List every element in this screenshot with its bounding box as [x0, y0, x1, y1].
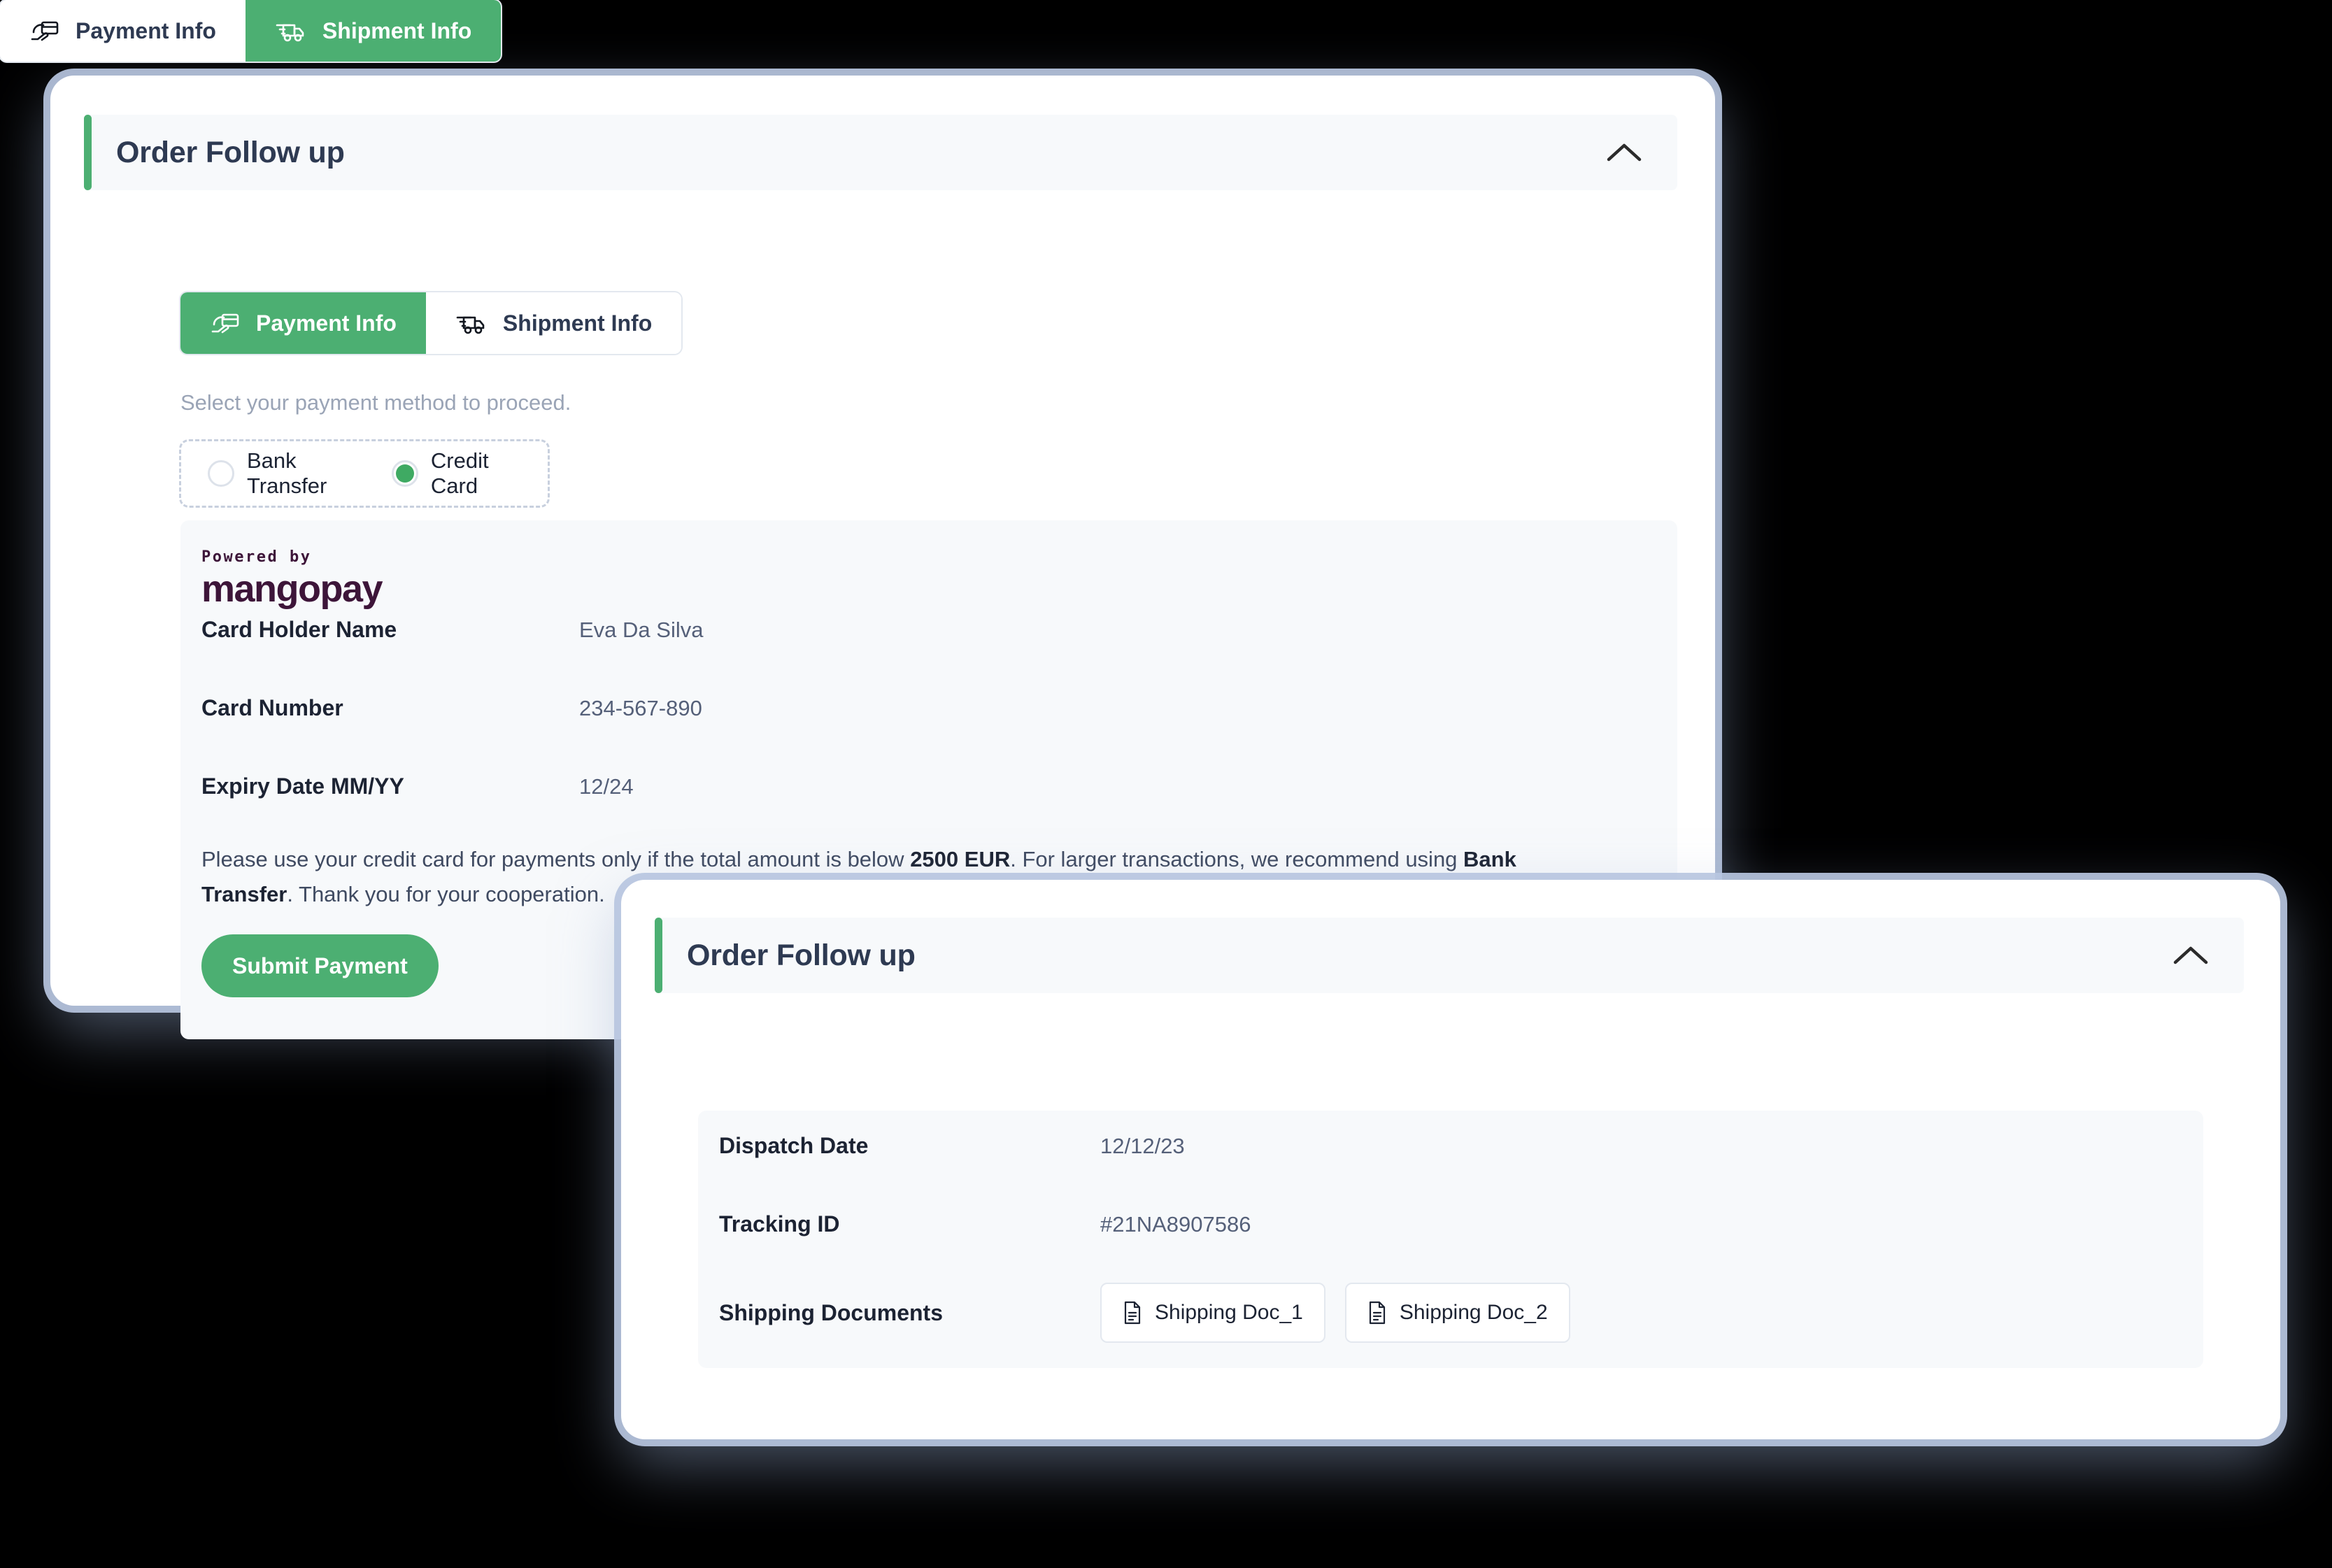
field-label: Tracking ID — [719, 1211, 840, 1236]
radio-label: Bank Transfer — [247, 448, 327, 498]
accent-bar — [655, 918, 662, 993]
shipping-documents-list: Shipping Doc_1 Shipping Doc_2 — [1100, 1283, 1570, 1343]
payment-card-header: Order Follow up — [84, 115, 1677, 190]
payment-card-tabs: Payment Info Shipment Info — [180, 292, 682, 354]
submit-payment-button[interactable]: Submit Payment — [201, 934, 439, 997]
tab-label: Shipment Info — [322, 17, 472, 43]
radio-option-bank-transfer[interactable]: Bank Transfer — [208, 448, 358, 499]
card-in-hand-icon — [210, 311, 241, 336]
document-icon — [1367, 1301, 1387, 1325]
field-shipping-documents: Shipping Documents Shipping Doc_1 Shippi… — [719, 1283, 1570, 1343]
delivery-truck-icon — [275, 19, 307, 43]
field-expiry-date: Expiry Date MM/YY 12/24 — [201, 774, 634, 799]
shipment-card-header: Order Follow up — [655, 918, 2244, 993]
payment-helper-text: Select your payment method to proceed. — [180, 390, 571, 415]
shipment-details-panel: Dispatch Date 12/12/23 Tracking ID #21NA… — [698, 1111, 2203, 1368]
page-title: Order Follow up — [687, 938, 916, 972]
field-label: Dispatch Date — [719, 1133, 869, 1158]
field-label: Shipping Documents — [719, 1299, 943, 1325]
disclaimer-amount: 2500 EUR — [910, 847, 1011, 871]
chevron-up-icon — [1606, 141, 1642, 164]
order-follow-up-payment-card: Order Follow up Payment Info Shipment In… — [50, 76, 1715, 1039]
radio-indicator-selected — [391, 460, 418, 487]
mangopay-wordmark: mangopay — [201, 568, 383, 610]
shipping-doc-label: Shipping Doc_2 — [1399, 1301, 1548, 1324]
tab-shipment-info[interactable]: Shipment Info — [245, 0, 502, 62]
card-in-hand-icon — [29, 18, 60, 43]
tab-label: Payment Info — [76, 17, 216, 43]
field-label: Card Holder Name — [201, 617, 397, 642]
shipping-doc-chip[interactable]: Shipping Doc_2 — [1344, 1283, 1570, 1343]
radio-indicator — [208, 460, 234, 487]
chevron-up-icon — [2173, 944, 2209, 967]
radio-label: Credit Card — [430, 448, 489, 498]
page-background: Order Follow up Payment Info Shipment In… — [0, 0, 2332, 1568]
mangopay-logo: Powered by mangopay — [201, 548, 383, 611]
payment-method-radio-group: Bank Transfer Credit Card — [179, 439, 550, 508]
page-title: Order Follow up — [116, 135, 345, 169]
shipping-doc-chip[interactable]: Shipping Doc_1 — [1100, 1283, 1325, 1343]
collapse-toggle-button[interactable] — [2164, 929, 2217, 982]
field-card-holder-name: Card Holder Name Eva Da Silva — [201, 617, 703, 643]
accent-bar — [84, 115, 92, 190]
disclaimer-part2: . For larger transactions, we recommend … — [1010, 847, 1464, 871]
tab-label: Payment Info — [256, 310, 397, 336]
radio-option-credit-card[interactable]: Credit Card — [391, 448, 521, 499]
delivery-truck-icon — [455, 311, 488, 335]
shipping-doc-label: Shipping Doc_1 — [1155, 1301, 1303, 1324]
field-value: 12/12/23 — [1100, 1133, 1185, 1158]
disclaimer-part1: Please use your credit card for payments… — [201, 847, 911, 871]
tab-shipment-info[interactable]: Shipment Info — [425, 292, 682, 354]
field-card-number: Card Number 234-567-890 — [201, 695, 702, 721]
shipment-card-tabs: Payment Info Shipment Info — [0, 0, 502, 62]
document-icon — [1123, 1301, 1142, 1325]
field-dispatch-date: Dispatch Date 12/12/23 — [719, 1133, 1185, 1159]
field-value: 234-567-890 — [579, 695, 702, 720]
powered-by-label: Powered by — [201, 548, 312, 566]
collapse-toggle-button[interactable] — [1598, 126, 1651, 179]
tab-payment-info[interactable]: Payment Info — [0, 0, 246, 62]
field-value: 12/24 — [579, 774, 634, 799]
field-label: Expiry Date MM/YY — [201, 774, 404, 799]
tab-payment-info[interactable]: Payment Info — [180, 292, 426, 354]
field-value: #21NA8907586 — [1100, 1211, 1251, 1236]
disclaimer-part3: . Thank you for your cooperation. — [287, 882, 605, 907]
field-label: Card Number — [201, 695, 343, 720]
tab-label: Shipment Info — [502, 310, 653, 336]
field-value: Eva Da Silva — [579, 617, 704, 642]
field-tracking-id: Tracking ID #21NA8907586 — [719, 1211, 1251, 1237]
